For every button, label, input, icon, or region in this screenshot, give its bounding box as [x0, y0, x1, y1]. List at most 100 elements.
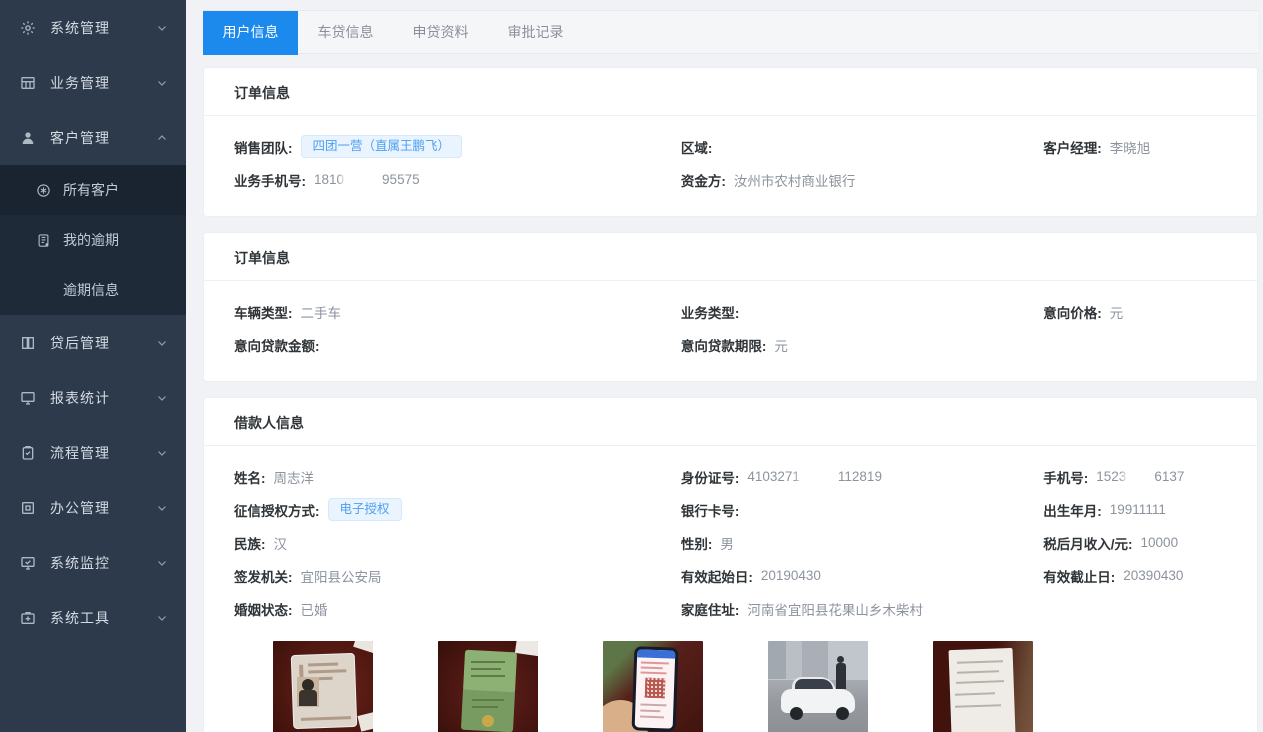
user-icon	[20, 130, 36, 146]
redaction-mask	[345, 173, 381, 186]
attachment-thumbnails: 本人照	[273, 641, 1227, 732]
circle-asterisk-icon	[36, 183, 51, 198]
attachment-auth-qr-photo[interactable]: 授权码照	[603, 641, 703, 732]
field-credit-auth-method: 征信授权方式: 电子授权	[234, 498, 681, 521]
sidebar-item-label: 客户管理	[50, 128, 156, 148]
field-vehicle-type: 车辆类型: 二手车	[234, 302, 681, 322]
borrower-info-card: 借款人信息 姓名: 周志洋 身份证号: 4103271112819	[203, 397, 1258, 732]
sidebar-subitem-label: 逾期信息	[63, 280, 119, 300]
monitor-check-icon	[20, 555, 36, 571]
sidebar-subitem-label: 所有客户	[63, 180, 119, 200]
chevron-down-icon	[156, 447, 168, 459]
field-monthly-income: 税后月收入/元: 10000	[1043, 533, 1227, 553]
sidebar-item-label: 业务管理	[50, 73, 156, 93]
redaction-mask	[801, 470, 837, 483]
field-issuing-authority: 签发机关: 宜阳县公安局	[234, 566, 681, 586]
monitor-icon	[20, 390, 36, 406]
sidebar-subitem-all-customers[interactable]: 所有客户	[0, 165, 186, 215]
card-title: 订单信息	[204, 233, 1257, 280]
field-mobile: 手机号: 15236137	[1043, 467, 1227, 487]
sidebar-item-system-monitor[interactable]: 系统监控	[0, 535, 186, 590]
field-valid-to: 有效截止日: 20390430	[1043, 566, 1227, 586]
chevron-down-icon	[156, 22, 168, 34]
card-title: 借款人信息	[204, 398, 1257, 445]
sidebar-item-label: 系统管理	[50, 18, 156, 38]
chevron-down-icon	[156, 502, 168, 514]
tab-approval-records[interactable]: 审批记录	[488, 11, 583, 55]
detail-tabbar: 用户信息 车贷信息 申贷资料 审批记录	[203, 10, 1258, 54]
field-home-address: 家庭住址: 河南省宜阳县花果山乡木柴村	[681, 599, 1043, 619]
notebook-icon	[36, 233, 51, 248]
auth-qr-thumbnail[interactable]	[603, 641, 703, 732]
tab-loan-application-docs[interactable]: 申贷资料	[393, 11, 488, 55]
loan-intent-card: 订单信息 车辆类型: 二手车 业务类型: 意向价格:	[203, 232, 1258, 382]
field-gender: 性别: 男	[681, 533, 1043, 553]
credit-auth-tag[interactable]: 电子授权	[328, 498, 402, 521]
sidebar-item-customer-management[interactable]: 客户管理	[0, 110, 186, 165]
field-id-number: 身份证号: 4103271112819	[681, 467, 1043, 487]
chevron-down-icon	[156, 337, 168, 349]
vehicle-photo-thumbnail[interactable]	[768, 641, 868, 732]
id-card-photo-thumbnail[interactable]	[273, 641, 373, 732]
field-marital-status: 婚姻状态: 已婚	[234, 599, 681, 619]
sidebar-item-label: 贷后管理	[50, 333, 156, 353]
toolbox-icon	[20, 610, 36, 626]
chevron-down-icon	[156, 392, 168, 404]
field-sales-team: 销售团队: 四团一营（直属王鹏飞）	[234, 135, 681, 158]
chevron-down-icon	[156, 612, 168, 624]
field-intended-loan-term: 意向贷款期限: 元	[681, 335, 1043, 355]
chevron-down-icon	[156, 77, 168, 89]
field-name: 姓名: 周志洋	[234, 467, 681, 487]
chevron-up-icon	[156, 132, 168, 144]
field-ethnicity: 民族: 汉	[234, 533, 681, 553]
redaction-mask	[1127, 470, 1153, 483]
tab-car-loan-info[interactable]: 车贷信息	[298, 11, 393, 55]
sidebar-item-label: 系统监控	[50, 553, 156, 573]
gear-icon	[20, 20, 36, 36]
card-stack: 订单信息 销售团队: 四团一营（直属王鹏飞） 区域: 客户经理:	[203, 54, 1258, 732]
card-title: 订单信息	[204, 68, 1257, 115]
attachment-household-register-photo[interactable]: 整本户口本	[438, 641, 538, 732]
household-register-thumbnail[interactable]	[438, 641, 538, 732]
sidebar-item-label: 报表统计	[50, 388, 156, 408]
attachment-vehicle-photo[interactable]: 车辆照	[768, 641, 868, 732]
sidebar-subitem-my-overdue[interactable]: 我的逾期	[0, 215, 186, 265]
grid-icon	[20, 75, 36, 91]
sidebar-item-system-management[interactable]: 系统管理	[0, 0, 186, 55]
sidebar-item-label: 办公管理	[50, 498, 156, 518]
tab-user-info[interactable]: 用户信息	[203, 11, 298, 55]
clipboard-icon	[20, 445, 36, 461]
document-photo-thumbnail[interactable]	[933, 641, 1033, 732]
main-content: 用户信息 车贷信息 申贷资料 审批记录 订单信息 销售团队: 四团一营（直属王鹏…	[186, 0, 1263, 732]
chevron-down-icon	[156, 557, 168, 569]
field-region: 区域:	[681, 137, 1043, 157]
attachment-id-card-photo[interactable]: 本人照	[273, 641, 373, 732]
sidebar-item-label: 系统工具	[50, 608, 156, 628]
customer-management-submenu: 所有客户 我的逾期 逾期信息	[0, 165, 186, 315]
field-intended-loan-amount: 意向贷款金额:	[234, 335, 681, 355]
open-book-icon	[20, 335, 36, 351]
sidebar-item-postloan-management[interactable]: 贷后管理	[0, 315, 186, 370]
field-birth-date: 出生年月: 19911111	[1043, 500, 1227, 520]
app-window: 系统管理 业务管理 客户管理	[0, 0, 1263, 732]
field-fund-provider: 资金方: 汝州市农村商业银行	[681, 170, 1043, 190]
attachment-document-photo[interactable]: 其他材料	[933, 641, 1033, 732]
field-account-manager: 客户经理: 李晓旭	[1043, 137, 1227, 157]
sales-team-tag[interactable]: 四团一营（直属王鹏飞）	[301, 135, 463, 158]
field-business-type: 业务类型:	[681, 302, 1043, 322]
inner-box-icon	[20, 500, 36, 516]
sidebar-item-label: 流程管理	[50, 443, 156, 463]
sidebar-item-office-management[interactable]: 办公管理	[0, 480, 186, 535]
sidebar-item-report-statistics[interactable]: 报表统计	[0, 370, 186, 425]
sidebar-subitem-label: 我的逾期	[63, 230, 119, 250]
sidebar-item-business-management[interactable]: 业务管理	[0, 55, 186, 110]
field-business-phone: 业务手机号: 181095575	[234, 170, 681, 190]
field-intended-price: 意向价格: 元	[1043, 302, 1227, 322]
sidebar-item-process-management[interactable]: 流程管理	[0, 425, 186, 480]
sidebar-item-system-tools[interactable]: 系统工具	[0, 590, 186, 645]
order-info-card: 订单信息 销售团队: 四团一营（直属王鹏飞） 区域: 客户经理:	[203, 67, 1258, 217]
sidebar-subitem-overdue-info[interactable]: 逾期信息	[0, 265, 186, 315]
sidebar: 系统管理 业务管理 客户管理	[0, 0, 186, 732]
field-valid-from: 有效起始日: 20190430	[681, 566, 1043, 586]
field-bank-card: 银行卡号:	[681, 500, 1043, 520]
